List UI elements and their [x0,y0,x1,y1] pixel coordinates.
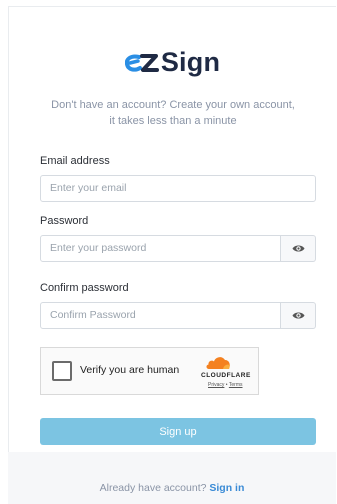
verify-human-label: Verify you are human [80,364,180,376]
ez-logo-icon [124,52,159,74]
signup-card: Sign Don't have an account? Create your … [8,6,336,452]
password-label: Password [40,215,89,227]
terms-link[interactable]: Terms [229,382,243,388]
confirm-password-field[interactable]: Confirm Password [40,302,281,329]
already-have-account-text: Already have account? [99,482,207,494]
signup-footer: Already have account? Sign in [8,452,336,504]
privacy-link[interactable]: Privacy [208,382,224,388]
email-field[interactable]: Enter your email [40,175,316,202]
verify-human-checkbox[interactable] [52,361,72,381]
human-verification-widget: Verify you are human CLOUDFLARE Privacy … [40,347,259,395]
password-field[interactable]: Enter your password [40,235,281,262]
signup-subtitle: Don't have an account? Create your own a… [51,99,295,127]
captcha-links: Privacy • Terms [208,382,243,388]
eye-icon [292,240,305,258]
eye-icon [292,307,305,325]
sign-up-button[interactable]: Sign up [40,418,316,445]
link-separator: • [225,382,228,388]
footer-text: Already have account? Sign in [8,482,336,494]
confirm-password-label: Confirm password [40,282,129,294]
sign-in-link[interactable]: Sign in [209,482,244,494]
brand-logo: Sign [9,47,336,78]
toggle-password-visibility-button[interactable] [281,235,316,262]
email-label: Email address [40,155,110,167]
brand-name: Sign [160,47,221,77]
toggle-confirm-password-visibility-button[interactable] [281,302,316,329]
cloudflare-wordmark: CLOUDFLARE [201,372,251,379]
